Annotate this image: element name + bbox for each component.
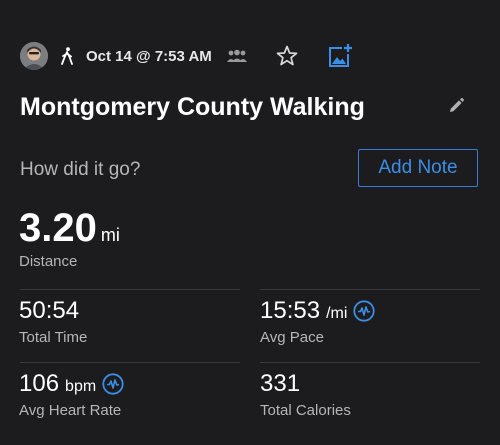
avg-pace-label: Avg Pace	[260, 329, 324, 346]
total-calories-label: Total Calories	[260, 402, 351, 419]
activity-title: Montgomery County Walking	[20, 93, 365, 121]
pace-chart-icon[interactable]	[353, 300, 375, 322]
total-time-label: Total Time	[19, 329, 88, 346]
distance-number: 3.20	[19, 206, 97, 250]
add-photo-icon[interactable]	[327, 43, 353, 69]
divider	[260, 289, 480, 290]
group-icon	[226, 48, 248, 64]
avg-heart-rate-label: Avg Heart Rate	[19, 402, 122, 419]
avg-pace-value: 15:53	[260, 297, 321, 324]
add-note-button[interactable]: Add Note	[358, 149, 478, 187]
divider	[260, 362, 480, 363]
stat-total-time: 50:54 Total Time	[19, 297, 87, 346]
total-calories-value: 331	[260, 370, 301, 397]
stat-avg-heart-rate: 106 bpm Avg Heart Rate	[19, 370, 124, 419]
distance-label: Distance	[19, 253, 78, 270]
star-icon[interactable]	[275, 44, 299, 68]
avg-pace-unit: /mi	[326, 305, 348, 322]
activity-date: Oct 14 @ 7:53 AM	[86, 47, 212, 65]
avg-heart-rate-value: 106	[19, 370, 60, 397]
distance-value: 3.20 mi	[19, 206, 120, 251]
activity-header: Oct 14 @ 7:53 AM	[20, 41, 480, 71]
divider	[20, 289, 240, 290]
walking-icon	[60, 46, 76, 66]
edit-icon[interactable]	[447, 97, 465, 115]
divider	[20, 362, 240, 363]
note-prompt: How did it go?	[20, 159, 141, 180]
heart-rate-chart-icon[interactable]	[102, 373, 124, 395]
stat-avg-pace: 15:53/mi Avg Pace	[260, 297, 375, 346]
total-time-value: 50:54	[19, 297, 80, 324]
stat-total-calories: 331 Total Calories	[260, 370, 351, 419]
distance-unit: mi	[100, 225, 120, 245]
avatar[interactable]	[20, 42, 48, 70]
avg-heart-rate-unit: bpm	[65, 378, 97, 395]
